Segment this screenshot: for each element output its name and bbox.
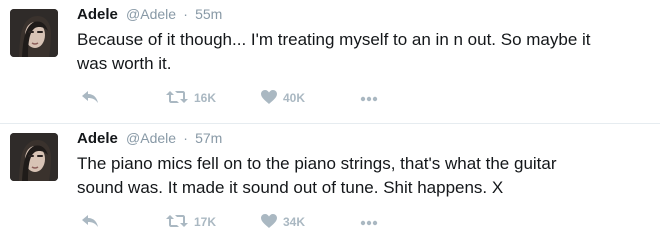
tweet-text: The piano mics fell on to the piano stri… xyxy=(77,154,557,197)
more-button[interactable] xyxy=(360,88,378,108)
retweet-icon xyxy=(166,90,188,107)
reply-button[interactable] xyxy=(81,88,99,108)
heart-icon xyxy=(261,213,277,231)
retweet-count: 17K xyxy=(194,215,217,229)
heart-icon xyxy=(261,89,277,107)
separator-dot: · xyxy=(183,6,188,22)
like-count: 40K xyxy=(283,91,306,105)
retweet-button[interactable]: 17K xyxy=(166,212,216,232)
more-icon xyxy=(360,215,378,229)
reply-button[interactable] xyxy=(81,212,99,232)
tweet-content: Adele @Adele · 57m The piano mics fell o… xyxy=(77,128,650,200)
tweet-time[interactable]: 55m xyxy=(195,6,222,22)
tweet-card[interactable]: Adele @Adele · 55m Because of it though.… xyxy=(0,0,660,123)
tweet-actions: 17K 34K xyxy=(77,212,477,232)
tweet-actions: 16K 40K xyxy=(77,88,477,108)
tweet-timeline: Adele @Adele · 55m Because of it though.… xyxy=(0,0,660,247)
more-button[interactable] xyxy=(360,212,378,232)
more-icon xyxy=(360,91,378,105)
author-name[interactable]: Adele xyxy=(77,6,118,23)
tweet-card[interactable]: Adele @Adele · 57m The piano mics fell o… xyxy=(0,123,660,246)
like-button[interactable]: 40K xyxy=(261,88,305,108)
tweet-time[interactable]: 57m xyxy=(195,130,222,146)
author-handle[interactable]: @Adele xyxy=(126,6,176,22)
like-button[interactable]: 34K xyxy=(261,212,305,232)
avatar[interactable] xyxy=(10,133,58,181)
tweet-header: Adele @Adele · 55m xyxy=(77,4,650,24)
reply-icon xyxy=(81,214,99,231)
tweet-content: Adele @Adele · 55m Because of it though.… xyxy=(77,4,650,76)
avatar[interactable] xyxy=(10,9,58,57)
tweet-header: Adele @Adele · 57m xyxy=(77,128,650,148)
author-name[interactable]: Adele xyxy=(77,130,118,147)
tweet-text: Because of it though... I'm treating mys… xyxy=(77,30,591,73)
like-count: 34K xyxy=(283,215,306,229)
retweet-icon xyxy=(166,214,188,231)
retweet-count: 16K xyxy=(194,91,217,105)
retweet-button[interactable]: 16K xyxy=(166,88,216,108)
separator-dot: · xyxy=(183,130,188,146)
reply-icon xyxy=(81,90,99,107)
author-handle[interactable]: @Adele xyxy=(126,130,176,146)
